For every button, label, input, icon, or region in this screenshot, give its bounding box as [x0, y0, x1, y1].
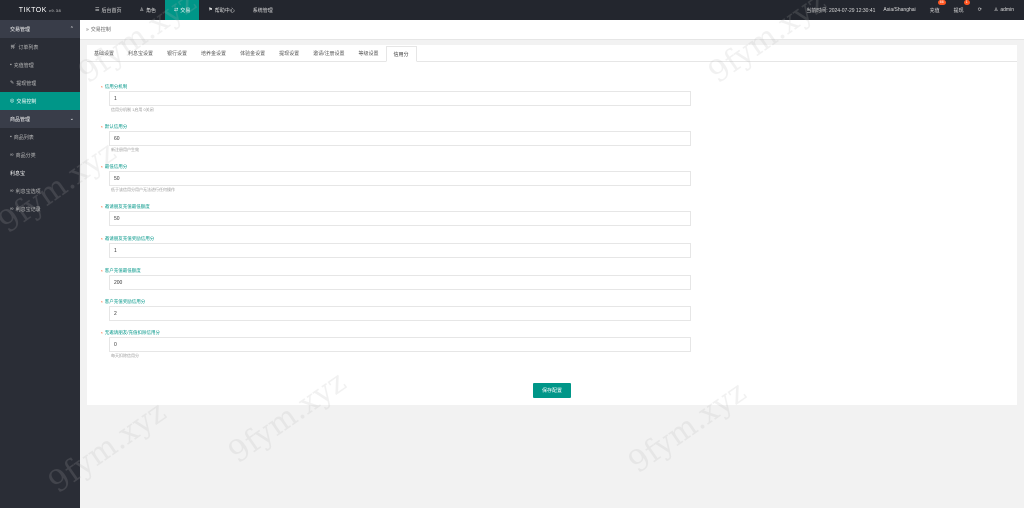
sidebar-item-goods-list[interactable]: ▪ 商品列表	[0, 128, 80, 146]
sidebar-item-interest-records[interactable]: ∞ 利息宝记录	[0, 200, 80, 218]
sidebar-item-trade-control[interactable]: ◎ 交易控制	[0, 92, 80, 110]
field-input[interactable]	[109, 91, 691, 106]
required-mark: *	[101, 204, 103, 210]
field-input[interactable]	[109, 337, 691, 352]
form-field: * 客户充值奖励信用分	[101, 298, 691, 321]
required-mark: *	[101, 330, 103, 336]
sidebar: 交易管理 ⌃ 🛒︎ 订单列表 ▪ 充值管理 ✎ 提现管理 ◎ 交易控制 商品管理 ⌄ ▪ 商品…	[0, 20, 80, 508]
chevron-down-icon: ⌄	[69, 116, 74, 122]
field-label: * 邀请朋友充值奖励信用分	[101, 236, 155, 242]
field-input[interactable]	[109, 275, 691, 290]
required-mark: *	[101, 84, 103, 90]
link-icon: ∞	[10, 188, 14, 194]
user-menu[interactable]: ♙ admin	[994, 7, 1014, 13]
field-input[interactable]	[109, 171, 691, 186]
topnav-system[interactable]: 系统管理	[244, 0, 282, 20]
field-label: * 默认信用分	[101, 124, 128, 130]
tab-bank[interactable]: 银行设置	[160, 45, 194, 61]
field-label: * 最低信用分	[101, 164, 128, 170]
user-icon: ♙	[993, 7, 999, 13]
cart-icon: ▪	[10, 134, 12, 140]
form-field: * 邀请朋友充值奖励信用分	[101, 235, 691, 258]
sidebar-item-recharge[interactable]: ▪ 充值管理	[0, 56, 80, 74]
required-mark: *	[101, 164, 103, 170]
tab-credit[interactable]: 信用分	[385, 46, 417, 62]
sidebar-item-orders[interactable]: 🛒︎ 订单列表	[0, 38, 80, 56]
field-help: 每天扣除信用分	[111, 353, 139, 358]
form-field: *无邀请朋友/充值扣除信用分每天扣除信用分	[101, 329, 691, 360]
field-input[interactable]	[109, 211, 691, 226]
chat-icon: ▪	[10, 62, 12, 68]
sidebar-item-interest-options[interactable]: ∞ 利息宝选项	[0, 182, 80, 200]
link-icon: ∞	[10, 206, 14, 212]
app-logo[interactable]: TIKTOK v9.38	[0, 0, 80, 20]
required-mark: *	[101, 236, 103, 242]
field-input[interactable]	[109, 306, 691, 321]
sidebar-item-goods-category[interactable]: ∞ 商品分类	[0, 146, 80, 164]
withdraw-link[interactable]: 提现 1	[954, 0, 970, 14]
withdraw-badge: 1	[963, 0, 970, 5]
save-button[interactable]: 保存配置	[533, 383, 571, 398]
refresh-icon[interactable]: ⟳	[978, 7, 982, 13]
exchange-icon: ⇄	[174, 7, 179, 13]
menu-icon: ☰	[95, 7, 100, 13]
field-label: * 客户充值最低额度	[101, 268, 141, 274]
settings-panel: 基础设置 利息宝设置 银行设置 培养金设置 体验金设置 提现设置 邀请/注册设置…	[87, 45, 1017, 405]
field-input[interactable]	[109, 131, 691, 146]
settings-tabs: 基础设置 利息宝设置 银行设置 培养金设置 体验金设置 提现设置 邀请/注册设置…	[87, 45, 1017, 62]
tab-basic[interactable]: 基础设置	[87, 45, 121, 61]
form-field: *最低信用分低于该信用分用户无法进行任何操作	[101, 163, 691, 194]
field-label: * 信用分机制	[101, 84, 128, 90]
recharge-link[interactable]: 充值 66	[930, 0, 946, 14]
form-field: * 邀请朋友充值最低额度	[101, 203, 691, 226]
field-help: 低于该信用分用户无法进行任何操作	[111, 187, 175, 192]
tab-level[interactable]: 等级设置	[351, 45, 385, 61]
tab-withdraw[interactable]: 提现设置	[272, 45, 306, 61]
field-help: 信用分机制 1启用 0关闭	[111, 107, 154, 112]
breadcrumb: » 交易控制	[80, 20, 1024, 40]
required-mark: *	[101, 299, 103, 305]
top-right: 当前时间: 2024-07-29 12:30:41 Asia/Shanghai …	[798, 0, 1024, 20]
chevron-up-icon: ⌃	[69, 26, 74, 32]
flag-icon: ⚑	[208, 7, 213, 13]
user-icon: ♙	[139, 7, 144, 13]
tab-trial[interactable]: 体验金设置	[233, 45, 272, 61]
form-field: *信用分机制信用分机制 1启用 0关闭	[101, 83, 691, 114]
sidebar-group-goods[interactable]: 商品管理 ⌄	[0, 110, 80, 128]
topnav-role[interactable]: ♙ 角色	[131, 0, 166, 20]
sidebar-item-withdraw[interactable]: ✎ 提现管理	[0, 74, 80, 92]
sidebar-group-interest[interactable]: 利息宝	[0, 164, 80, 182]
tab-invite[interactable]: 邀请/注册设置	[306, 45, 351, 61]
wrench-icon: ✎	[10, 80, 15, 86]
top-bar: TIKTOK v9.38 ☰ 后台首页 ♙ 角色 ⇄ 交易 ⚑ 帮助中心 系统管理 当前时…	[0, 0, 1024, 20]
required-mark: *	[101, 124, 103, 130]
topnav-home[interactable]: ☰ 后台首页	[86, 0, 131, 20]
current-time: 当前时间: 2024-07-29 12:30:41	[806, 7, 876, 14]
form-field: * 客户充值最低额度	[101, 267, 691, 290]
timezone: Asia/Shanghai	[883, 7, 916, 13]
field-input[interactable]	[109, 243, 691, 258]
link-icon: ∞	[10, 152, 14, 158]
field-label: * 客户充值奖励信用分	[101, 299, 146, 305]
circle-icon: ◎	[10, 98, 15, 104]
required-mark: *	[101, 268, 103, 274]
recharge-badge: 66	[937, 0, 946, 5]
field-help: 新注册用户生效	[111, 147, 139, 152]
topnav-help[interactable]: ⚑ 帮助中心	[199, 0, 244, 20]
breadcrumb-arrow-icon: »	[86, 26, 89, 33]
cart-icon: 🛒︎	[10, 44, 17, 50]
form-field: *默认信用分新注册用户生效	[101, 123, 691, 154]
tab-interest[interactable]: 利息宝设置	[121, 45, 160, 61]
field-label: * 邀请朋友充值最低额度	[101, 204, 150, 210]
tab-training[interactable]: 培养金设置	[194, 45, 233, 61]
top-nav: ☰ 后台首页 ♙ 角色 ⇄ 交易 ⚑ 帮助中心 系统管理	[86, 0, 282, 20]
field-label: * 无邀请朋友/充值扣除信用分	[101, 330, 161, 336]
sidebar-group-trade[interactable]: 交易管理 ⌃	[0, 20, 80, 38]
topnav-trade[interactable]: ⇄ 交易	[165, 0, 200, 20]
